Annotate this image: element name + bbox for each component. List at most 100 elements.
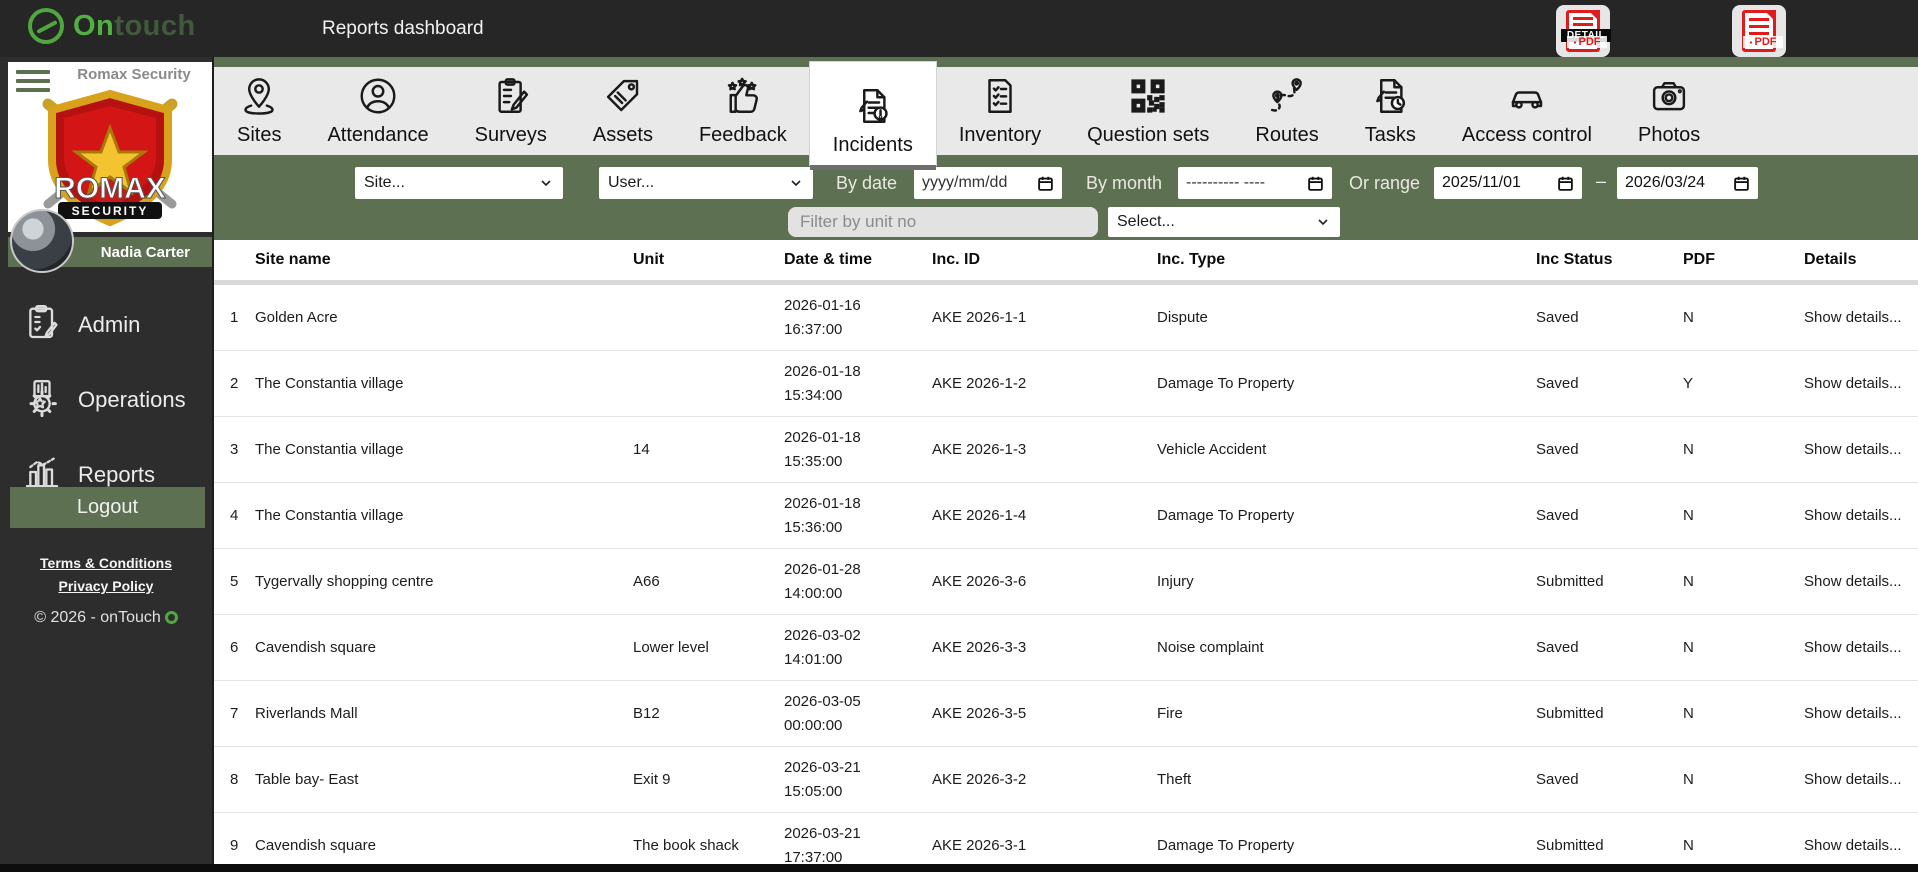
copyright: © 2026 - onTouch (0, 609, 212, 627)
col-inc-type: Inc. Type (1157, 251, 1226, 268)
filter-bar: Site... User... By date yyyy/mm/dd By mo… (214, 155, 1918, 240)
brand-name: Ontouch (73, 9, 196, 42)
map-pin-icon (238, 75, 280, 122)
date-value: 2026-01-28 (784, 561, 861, 579)
tab-routes[interactable]: Routes (1232, 67, 1341, 155)
show-details-link[interactable]: Show details... (1804, 771, 1918, 788)
row-number: 4 (230, 507, 239, 524)
site-select[interactable]: Site... (355, 167, 563, 199)
sidebar-item-operations[interactable]: Operations (0, 362, 212, 437)
unit-cell: Lower level (633, 639, 709, 656)
inc-id-cell: AKE 2026-1-2 (932, 375, 1027, 392)
export-pdf-button[interactable]: PDF (1732, 5, 1786, 57)
inc-id-cell: AKE 2026-1-4 (932, 507, 1027, 524)
unit-cell: 14 (633, 441, 650, 458)
site-name-cell: The Constantia village (255, 375, 404, 392)
show-details-link[interactable]: Show details... (1804, 705, 1918, 722)
tab-photos[interactable]: Photos (1615, 67, 1723, 155)
row-number: 3 (230, 441, 239, 458)
row-number: 5 (230, 573, 239, 590)
inc-status-cell: Saved (1536, 507, 1579, 524)
tab-label: Routes (1255, 124, 1319, 146)
type-select[interactable]: Select... (1108, 207, 1340, 237)
by-date-input[interactable]: yyyy/mm/dd (914, 167, 1062, 199)
show-details-link[interactable]: Show details... (1804, 375, 1918, 392)
date-time-cell: 2026-01-18 15:36:00 (784, 492, 932, 539)
tab-access-control[interactable]: Access control (1439, 67, 1615, 155)
tab-inventory[interactable]: Inventory (936, 67, 1064, 155)
table-row: 9 Cavendish square The book shack 2026-03-2… (214, 813, 1918, 864)
range-start-input[interactable]: 2025/11/01 (1434, 167, 1582, 199)
pdf-cell: N (1683, 573, 1694, 590)
site-name-cell: Golden Acre (255, 309, 338, 326)
person-icon (357, 75, 399, 122)
time-value: 14:01:00 (784, 650, 843, 668)
date-value: 2026-03-02 (784, 627, 861, 645)
tag-icon (602, 75, 644, 122)
tab-incidents[interactable]: Incidents (809, 62, 936, 170)
chevron-down-icon (791, 180, 801, 187)
chevron-down-icon (1318, 219, 1328, 226)
site-name-cell: Tygervally shopping centre (255, 573, 434, 590)
range-end-input[interactable]: 2026/03/24 (1617, 167, 1758, 199)
date-time-cell: 2026-01-18 15:34:00 (784, 360, 932, 407)
table-row: 5 Tygervally shopping centre A66 2026-01-28… (214, 549, 1918, 615)
tab-label: Tasks (1364, 124, 1416, 146)
hamburger-menu-icon[interactable] (16, 70, 50, 97)
tab-question-sets[interactable]: Question sets (1064, 67, 1232, 155)
tab-label: Attendance (327, 124, 429, 146)
date-time-cell: 2026-01-16 16:37:00 (784, 294, 932, 341)
inc-type-cell: Dispute (1157, 309, 1208, 326)
by-month-input[interactable]: ---------- ---- (1178, 167, 1332, 199)
date-time-cell: 2026-03-05 00:00:00 (784, 690, 932, 737)
tab-sites[interactable]: Sites (214, 67, 304, 155)
user-name: Nadia Carter (100, 243, 190, 261)
user-select[interactable]: User... (599, 167, 813, 199)
tab-attendance[interactable]: Attendance (304, 67, 451, 155)
row-number: 7 (230, 705, 239, 722)
inc-id-cell: AKE 2026-3-2 (932, 771, 1027, 788)
tab-label: Incidents (832, 134, 913, 156)
show-details-link[interactable]: Show details... (1804, 507, 1918, 524)
tab-label: Surveys (474, 124, 547, 146)
calendar-icon (1734, 176, 1749, 191)
show-details-link[interactable]: Show details... (1804, 837, 1918, 854)
tab-tasks[interactable]: Tasks (1342, 67, 1439, 155)
site-name-cell: Cavendish square (255, 837, 376, 854)
sidebar-links: Terms & Conditions Privacy Policy (0, 555, 212, 601)
inc-status-cell: Submitted (1536, 573, 1604, 590)
export-detail-pdf-button[interactable]: DETAIL PDF (1556, 5, 1611, 57)
tab-label: Feedback (698, 124, 787, 146)
incidents-table: Site name Unit Date & time Inc. ID Inc. … (214, 240, 1918, 864)
tab-surveys[interactable]: Surveys (452, 67, 570, 155)
row-number: 6 (230, 639, 239, 656)
inc-type-cell: Damage To Property (1157, 375, 1295, 392)
ontouch-logo[interactable]: Ontouch (28, 8, 196, 44)
incident-document-icon (852, 85, 894, 132)
inc-type-cell: Noise complaint (1157, 639, 1264, 656)
time-value: 17:37:00 (784, 848, 843, 865)
inc-type-cell: Fire (1157, 705, 1183, 722)
show-details-link[interactable]: Show details... (1804, 639, 1918, 656)
bottom-bar (0, 864, 1918, 872)
terms-link[interactable]: Terms & Conditions (0, 555, 212, 571)
date-value: 2026-03-05 (784, 693, 861, 711)
privacy-link[interactable]: Privacy Policy (0, 578, 212, 594)
qr-code-icon (1127, 75, 1169, 122)
logout-button[interactable]: Logout (10, 487, 205, 528)
show-details-link[interactable]: Show details... (1804, 573, 1918, 590)
table-row: 1 Golden Acre 2026-01-16 16:37:00 AKE 2026-1… (214, 285, 1918, 351)
user-avatar[interactable] (10, 209, 74, 273)
sidebar-item-label: Admin (78, 311, 141, 337)
tab-feedback[interactable]: Feedback (676, 67, 810, 155)
calendar-icon (1308, 176, 1323, 191)
sidebar-item-admin[interactable]: Admin (0, 287, 212, 362)
task-clock-icon (1369, 75, 1411, 122)
show-details-link[interactable]: Show details... (1804, 441, 1918, 458)
unit-filter-input[interactable]: Filter by unit no (788, 207, 1098, 237)
tab-assets[interactable]: Assets (570, 67, 676, 155)
admin-clipboard-icon (22, 302, 62, 347)
date-value: 2026-01-18 (784, 495, 861, 513)
show-details-link[interactable]: Show details... (1804, 309, 1918, 326)
inc-type-cell: Damage To Property (1157, 837, 1295, 854)
